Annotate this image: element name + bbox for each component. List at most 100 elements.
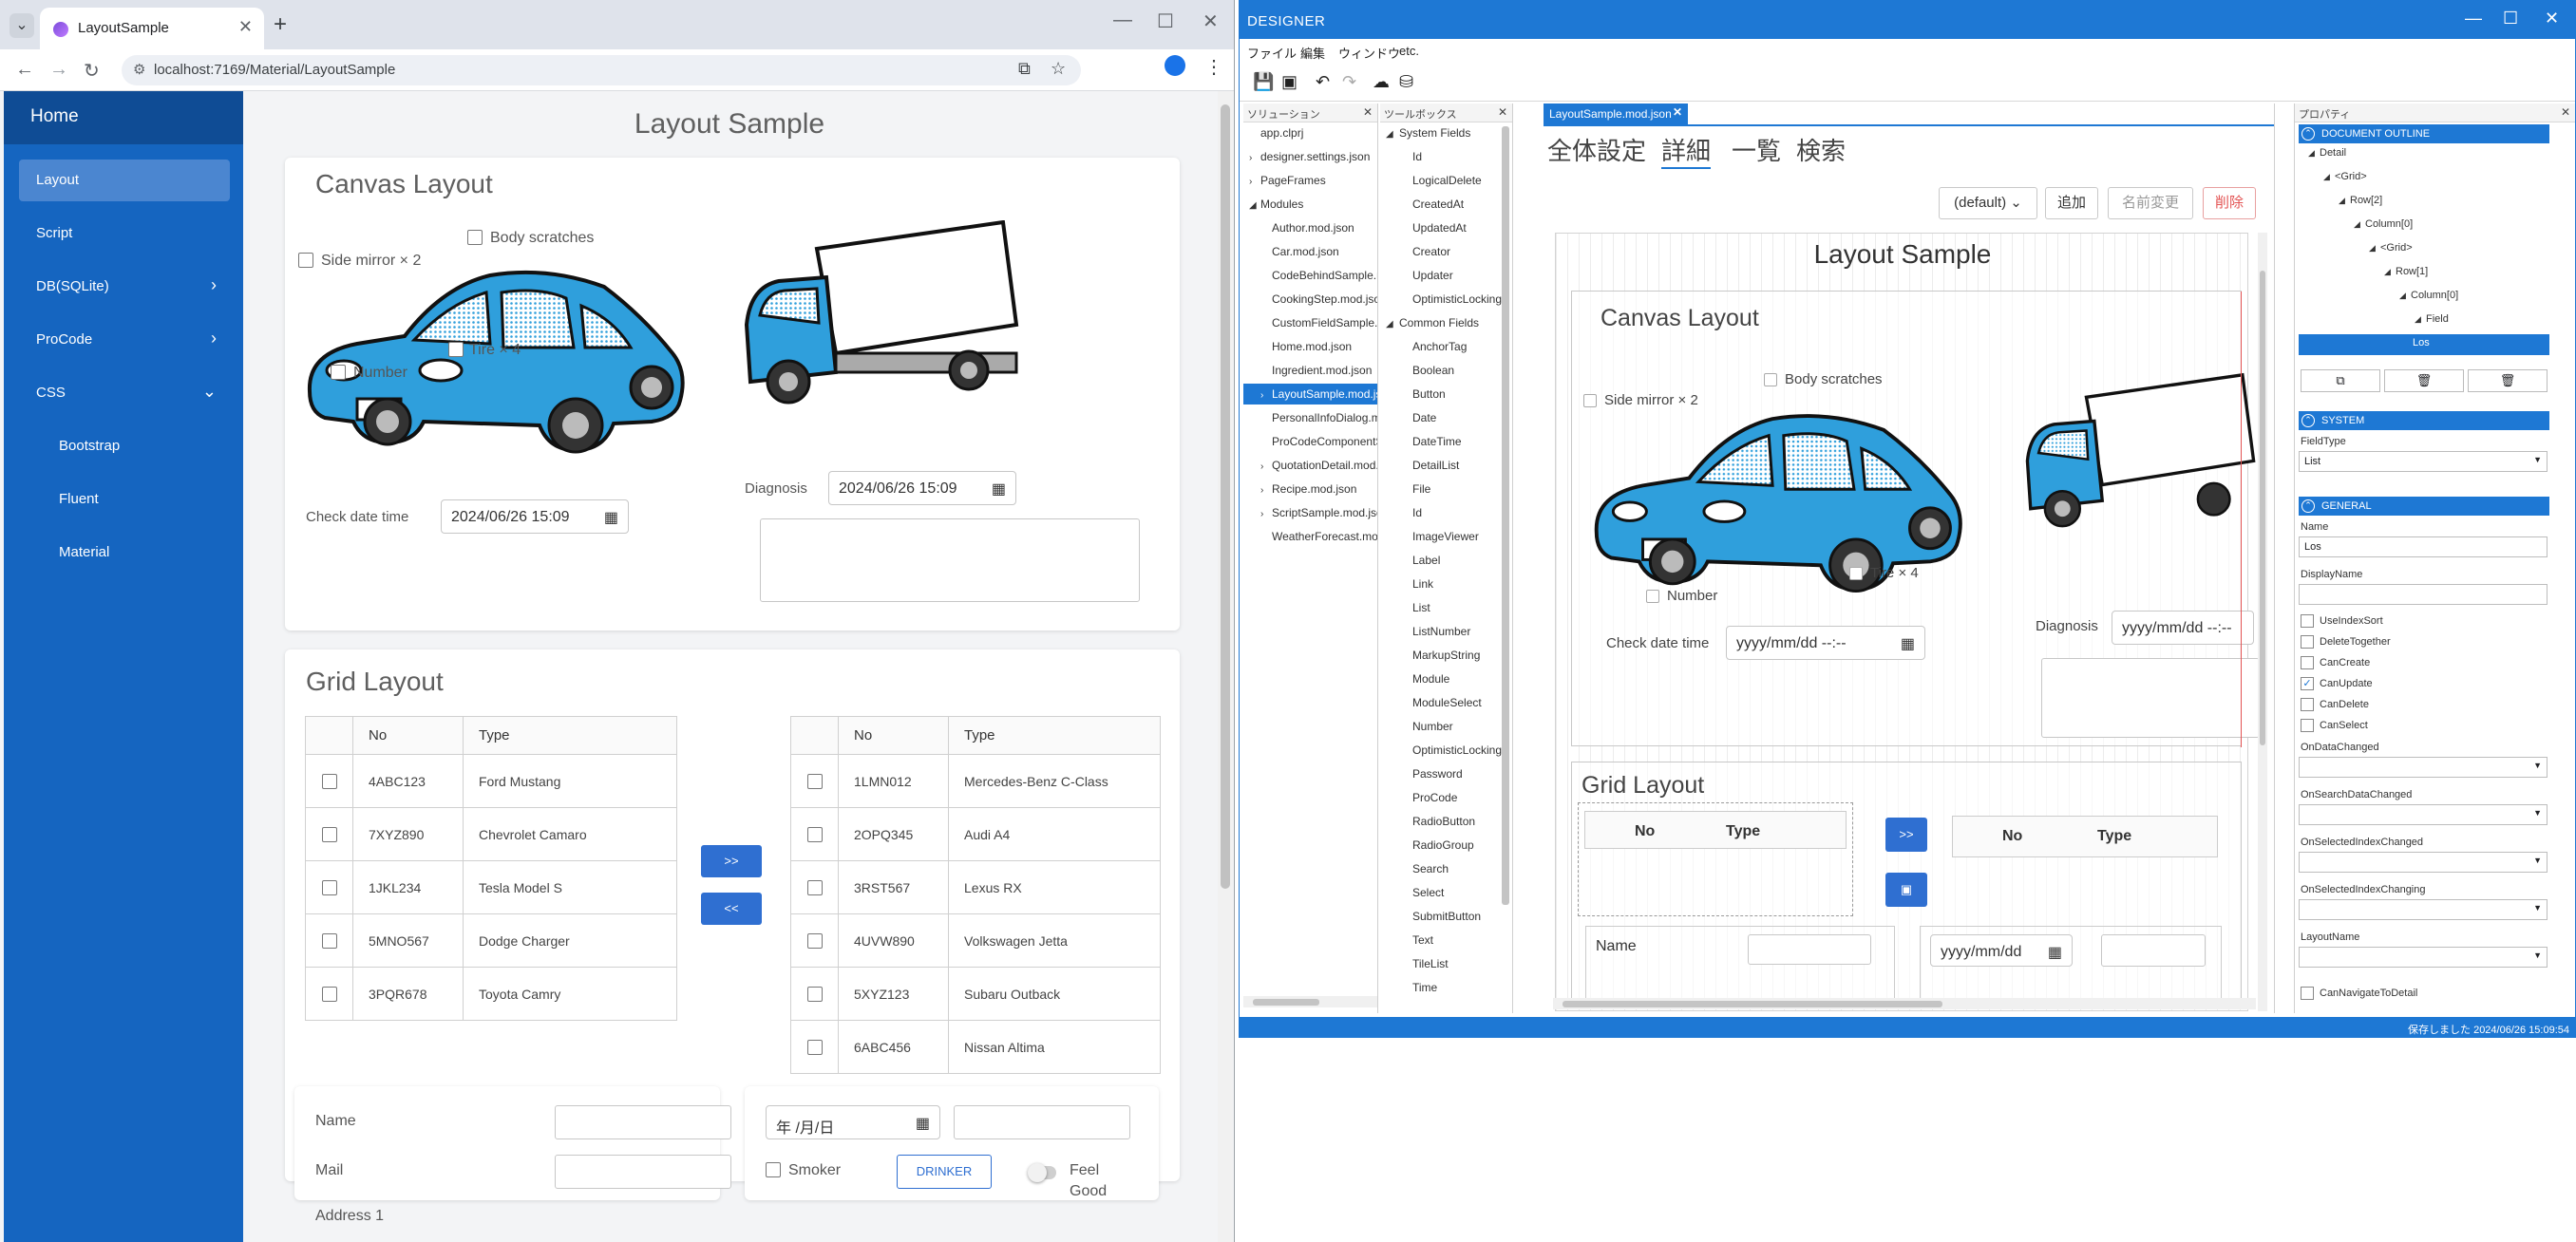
cloud-upload-icon[interactable]: ☁: [1373, 72, 1390, 92]
document-outline-header[interactable]: ⌃ DOCUMENT OUTLINE: [2299, 124, 2549, 143]
expander-icon[interactable]: ›: [1260, 509, 1272, 519]
move-left-button[interactable]: <<: [701, 893, 762, 925]
calendar-icon[interactable]: ▦: [992, 480, 1006, 499]
name-input[interactable]: [555, 1105, 731, 1139]
move-right-button[interactable]: >>: [701, 845, 762, 877]
table-row[interactable]: 5XYZ123 Subaru Outback: [790, 967, 1161, 1021]
solution-item[interactable]: Ingredient.mod.json: [1260, 364, 1372, 377]
row-checkbox[interactable]: [321, 933, 337, 950]
toolbox-item[interactable]: Search: [1412, 862, 1449, 875]
toolbox-item[interactable]: UpdatedAt: [1412, 221, 1467, 235]
system-section-header[interactable]: ⌃ SYSTEM: [2299, 411, 2549, 430]
property-checkbox[interactable]: ✓: [2301, 677, 2314, 690]
toolbox-item[interactable]: RadioButton: [1412, 815, 1475, 828]
toolbox-item[interactable]: LogicalDelete: [1412, 174, 1482, 187]
outline-node[interactable]: ◢ <Grid>: [2323, 171, 2367, 182]
toolbox-item[interactable]: Boolean: [1412, 364, 1454, 377]
design-left-grid[interactable]: No Type: [1578, 802, 1853, 916]
trash-icon[interactable]: 🗑: [2384, 369, 2464, 392]
expander-icon[interactable]: ◢: [1386, 129, 1399, 140]
expander-icon[interactable]: ◢: [2384, 267, 2396, 277]
tab-search-button[interactable]: ⌄: [9, 13, 34, 38]
save-icon[interactable]: 💾: [1253, 72, 1274, 92]
designer-minimize-button[interactable]: —: [2465, 9, 2482, 28]
solution-item[interactable]: › QuotationDetail.mod.: [1260, 459, 1377, 472]
scrollbar-thumb[interactable]: [1253, 999, 1319, 1006]
text-input[interactable]: [954, 1105, 1130, 1139]
maximize-button[interactable]: ☐: [1157, 9, 1174, 33]
menu-etc[interactable]: etc.: [1399, 44, 1419, 58]
sidebar-item-layout[interactable]: Layout: [19, 160, 230, 201]
diagnosis-date-input[interactable]: 2024/06/26 15:09 ▦: [828, 471, 1016, 505]
profile-avatar-icon[interactable]: [1165, 55, 1185, 76]
property-checkbox[interactable]: [2301, 656, 2314, 669]
design-tire-checkbox[interactable]: [1849, 567, 1863, 580]
toolbox-group[interactable]: ◢ Common Fields: [1386, 316, 1479, 329]
design-move-right-button[interactable]: >>: [1885, 818, 1927, 852]
general-section-header[interactable]: ⌃ GENERAL: [2299, 497, 2549, 516]
layout-select[interactable]: (default) ⌄: [1939, 187, 2037, 219]
designer-close-button[interactable]: ✕: [2545, 9, 2559, 28]
expander-icon[interactable]: ›: [1260, 485, 1272, 496]
expander-icon[interactable]: ›: [1249, 153, 1260, 163]
sidebar-item-fluent[interactable]: Fluent: [19, 479, 230, 520]
property-checkbox[interactable]: [2301, 635, 2314, 649]
solution-item[interactable]: ◢ Modules: [1249, 198, 1303, 211]
design-text-input[interactable]: [2101, 934, 2206, 967]
table-row[interactable]: 2OPQ345 Audi A4: [790, 807, 1161, 861]
toolbox-item[interactable]: CreatedAt: [1412, 198, 1464, 211]
body-scratches-checkbox[interactable]: [467, 230, 483, 245]
editor-tab[interactable]: LayoutSample.mod.json ✕: [1544, 104, 1688, 124]
solution-item[interactable]: › designer.settings.json: [1249, 150, 1370, 163]
table-row[interactable]: 1JKL234 Tesla Model S: [305, 860, 677, 914]
solution-item[interactable]: Author.mod.json: [1260, 221, 1354, 235]
design-canvas-layout[interactable]: Canvas Layout Body scratches Side mirror…: [1571, 291, 2260, 747]
solution-item[interactable]: CustomFieldSample.m: [1260, 316, 1377, 329]
tab-search[interactable]: 検索: [1796, 132, 1846, 167]
name-prop-input[interactable]: Los: [2299, 536, 2548, 557]
table-row[interactable]: 5MNO567 Dodge Charger: [305, 913, 677, 968]
toolbox-item[interactable]: ProCode: [1412, 791, 1457, 804]
menu-file[interactable]: ファイル: [1247, 44, 1297, 62]
design-options-form[interactable]: yyyy/mm/dd ▦: [1920, 926, 2222, 1009]
toolbox-item[interactable]: RadioGroup: [1412, 838, 1474, 852]
sidebar-item-procode[interactable]: ProCode ›: [19, 319, 230, 361]
table-row[interactable]: 1LMN012 Mercedes-Benz C-Class: [790, 754, 1161, 808]
copy-icon[interactable]: ⧉: [2301, 369, 2380, 392]
toolbox-item[interactable]: Number: [1412, 720, 1453, 733]
diagnosis-textarea[interactable]: [760, 518, 1140, 602]
toolbox-item[interactable]: Module: [1412, 672, 1449, 686]
toolbox-item[interactable]: Text: [1412, 933, 1433, 947]
expander-icon[interactable]: ◢: [2354, 219, 2365, 230]
toolbox-item[interactable]: Id: [1412, 506, 1422, 519]
calendar-icon[interactable]: ▦: [1901, 634, 1915, 653]
solution-item[interactable]: PersonalInfoDialog.m: [1260, 411, 1377, 424]
pane-close-icon[interactable]: ✕: [2561, 105, 2570, 119]
forward-button[interactable]: →: [49, 59, 68, 81]
solution-hscroll[interactable]: [1243, 996, 1377, 1007]
property-checkbox[interactable]: [2301, 614, 2314, 628]
toolbox-item[interactable]: List: [1412, 601, 1430, 614]
expander-icon[interactable]: ◢: [2399, 291, 2411, 301]
design-date-input[interactable]: yyyy/mm/dd ▦: [1930, 934, 2073, 967]
tab-detail[interactable]: 詳細: [1661, 132, 1712, 169]
display-name-input[interactable]: [2299, 584, 2548, 605]
row-checkbox[interactable]: [806, 827, 823, 843]
expander-icon[interactable]: ◢: [2339, 196, 2350, 206]
table-row[interactable]: 4ABC123 Ford Mustang: [305, 754, 677, 808]
outline-node[interactable]: ◢ Column[0]: [2354, 218, 2413, 230]
table-row[interactable]: 3RST567 Lexus RX: [790, 860, 1161, 914]
back-button[interactable]: ←: [15, 59, 34, 81]
sidebar-home[interactable]: Home: [4, 91, 243, 144]
toolbox-item[interactable]: AnchorTag: [1412, 340, 1467, 353]
browser-menu-icon[interactable]: ⋮: [1204, 55, 1223, 79]
toolbox-item[interactable]: SubmitButton: [1412, 910, 1481, 923]
page-scrollbar[interactable]: [1218, 91, 1233, 1242]
toolbox-item[interactable]: MarkupString: [1412, 649, 1480, 662]
row-checkbox[interactable]: [806, 774, 823, 790]
solution-item[interactable]: › LayoutSample.mod.jso: [1260, 387, 1377, 401]
tab-list[interactable]: 一覧: [1732, 132, 1781, 167]
design-number-checkbox[interactable]: [1646, 590, 1659, 603]
mail-input[interactable]: [555, 1155, 731, 1189]
solution-item[interactable]: Car.mod.json: [1260, 245, 1339, 258]
